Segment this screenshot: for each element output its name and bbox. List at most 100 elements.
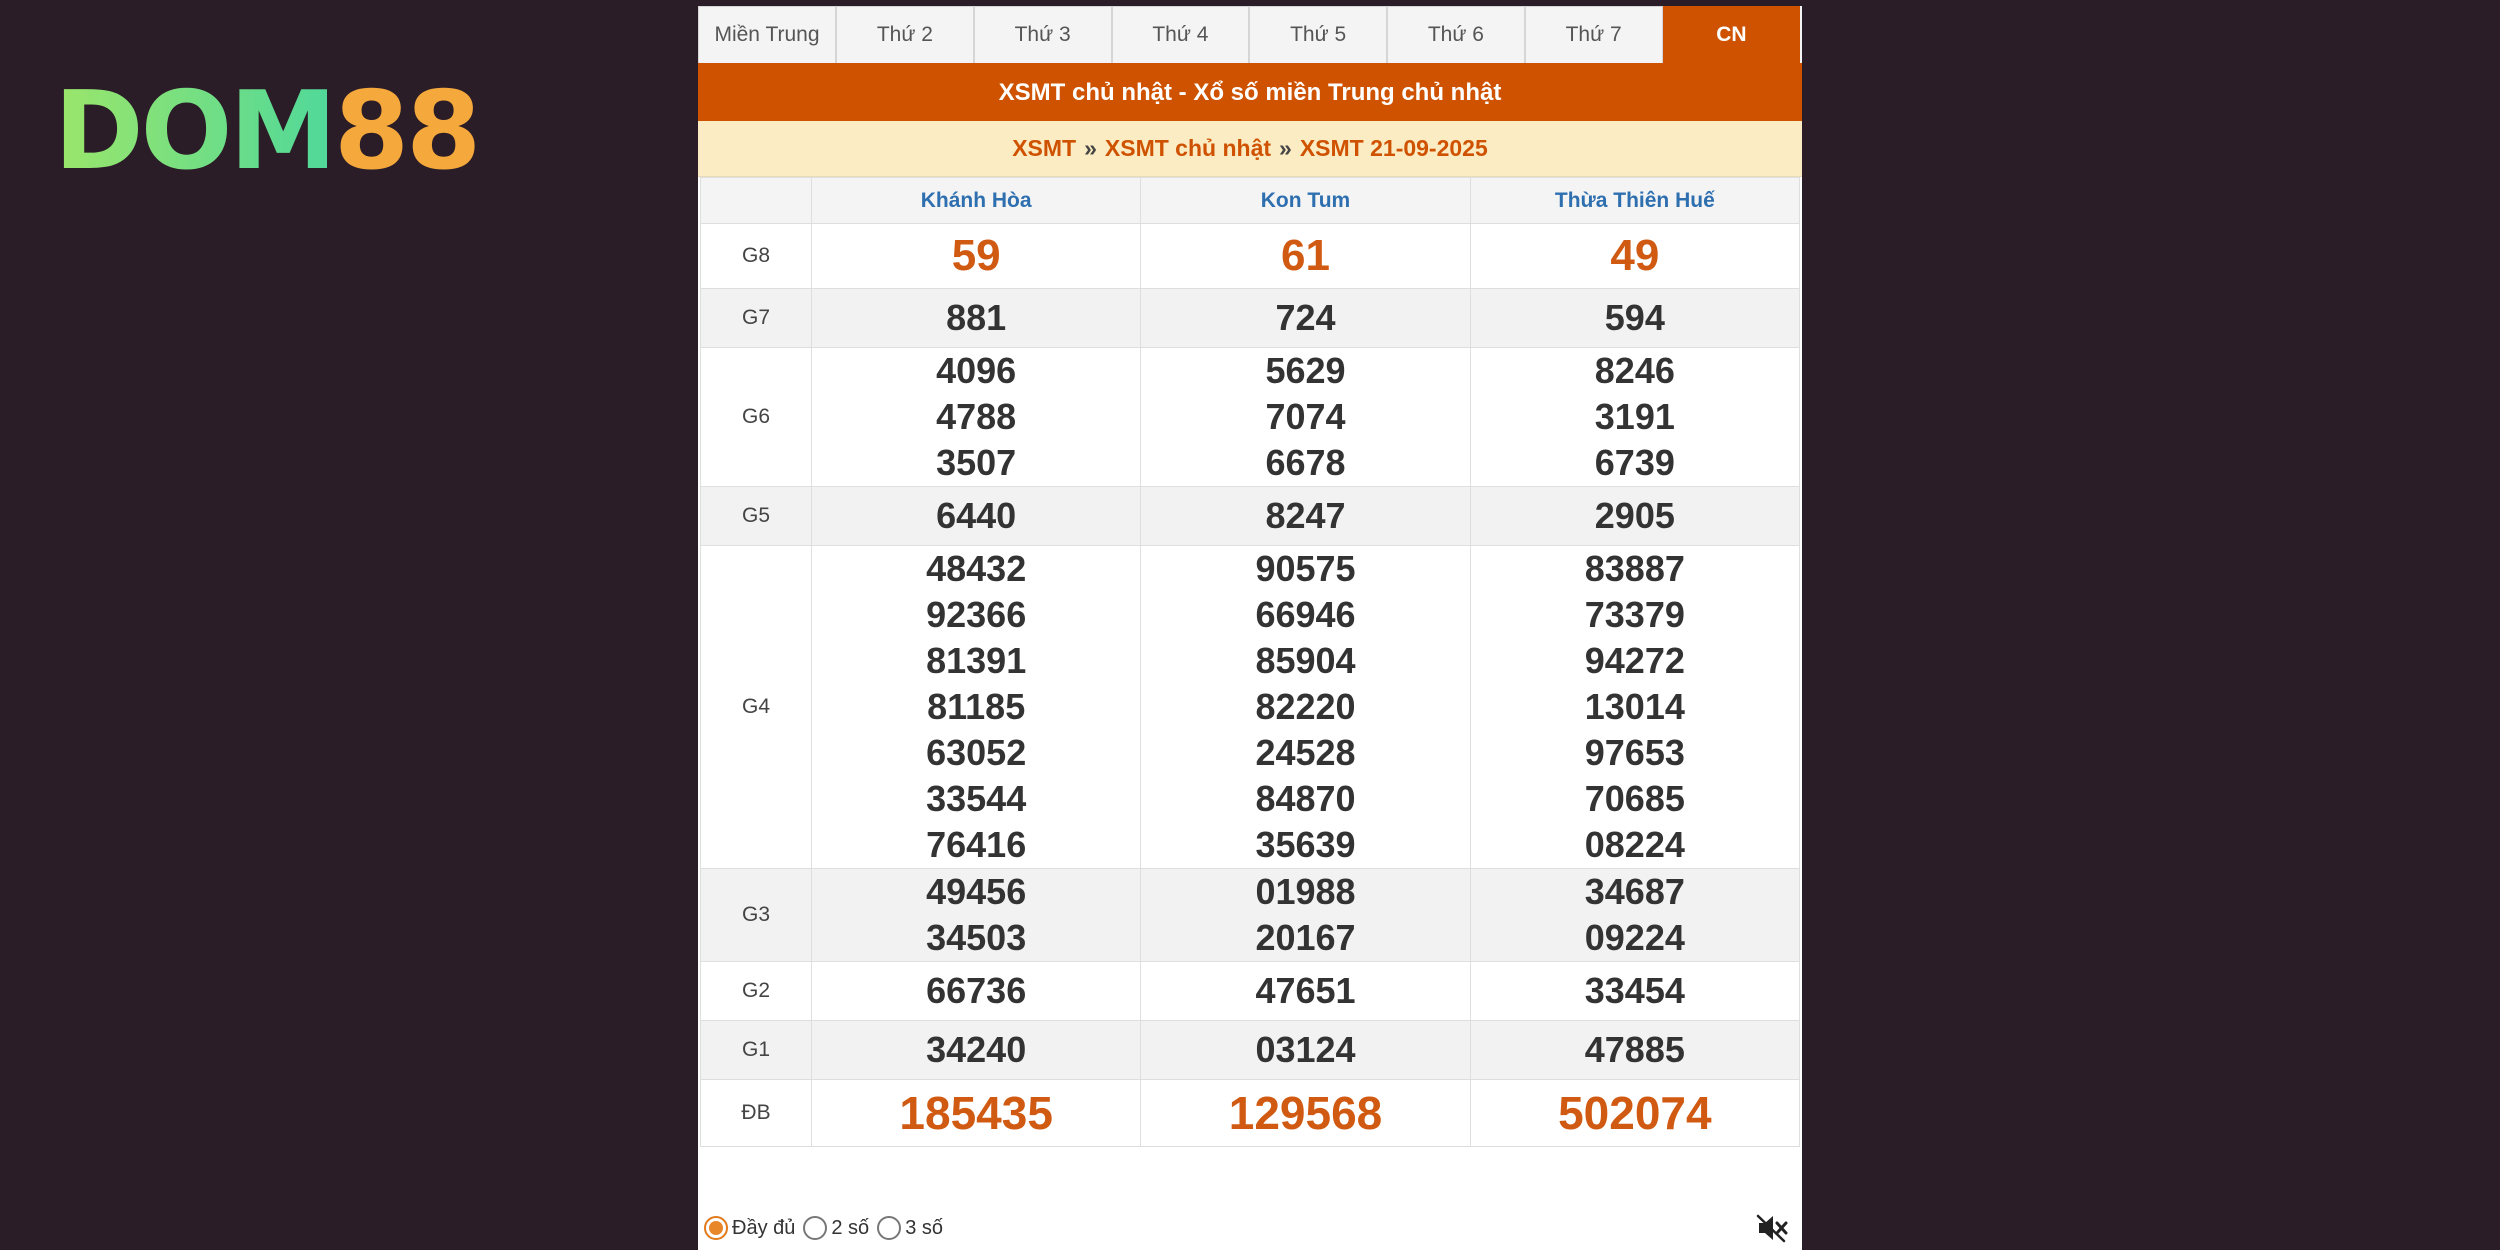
radio-selected-icon[interactable]	[704, 1216, 728, 1240]
province-header-khanh-hoa[interactable]: Khánh Hòa	[810, 177, 1142, 224]
radio-icon[interactable]	[877, 1216, 902, 1240]
prize-cell: 881	[810, 288, 1142, 348]
prize-number: 81185	[927, 686, 1026, 727]
prize-number: 01988	[1255, 871, 1356, 912]
prize-label: G8	[700, 223, 812, 289]
prize-label: G4	[700, 545, 812, 869]
prize-number: 6440	[936, 495, 1017, 536]
prize-row: G6 4096 4788 3507 5629 7074 6678 8246 3191 6739	[700, 347, 1801, 487]
option-day-du[interactable]: Đầy đủ	[704, 1216, 795, 1240]
lottery-results-panel: Miền Trung Thứ 2 Thứ 3 Thứ 4 Thứ 5 Thứ 6…	[698, 6, 1802, 1250]
prize-cell: 502074	[1469, 1079, 1801, 1147]
prize-cell: 90575 66946 85904 82220 24528 84870 35639	[1140, 545, 1471, 869]
prize-row: G7 881 724 594	[700, 288, 1801, 348]
tab-thu-3[interactable]: Thứ 3	[973, 6, 1112, 63]
prize-number: 129568	[1228, 1087, 1383, 1139]
prize-number: 594	[1604, 297, 1665, 338]
prize-number: 881	[946, 297, 1007, 338]
tab-thu-4[interactable]: Thứ 4	[1111, 6, 1250, 63]
tab-thu-5[interactable]: Thứ 5	[1249, 6, 1387, 63]
option-label: 3 số	[905, 1216, 943, 1239]
results-table-body: G8 59 61 49 G7 881 724 594 G6 4096 4788 3507 5629 707…	[700, 223, 1801, 1147]
prize-number: 59	[951, 231, 1001, 280]
prize-cell: 8246 3191 6739	[1469, 347, 1801, 487]
prize-number: 66736	[926, 970, 1027, 1011]
prize-cell: 48432 92366 81391 81185 63052 33544 76416	[810, 545, 1142, 869]
prize-cell: 185435	[810, 1079, 1142, 1147]
prize-number: 92366	[926, 594, 1027, 635]
speaker-muted-icon[interactable]	[1756, 1213, 1788, 1243]
prize-number: 13014	[1584, 686, 1685, 727]
prize-cell: 49	[1469, 223, 1801, 289]
prize-row: G3 49456 34503 01988 20167 34687 09224	[700, 868, 1801, 962]
prize-label: G5	[700, 486, 812, 546]
prize-cell: 2905	[1469, 486, 1801, 546]
prize-cell: 47651	[1140, 961, 1471, 1021]
prize-number: 09224	[1584, 917, 1685, 958]
province-header-thua-thien-hue[interactable]: Thừa Thiên Huế	[1469, 177, 1801, 224]
province-header-kon-tum[interactable]: Kon Tum	[1140, 177, 1471, 224]
prize-number: 08224	[1584, 824, 1685, 865]
prize-cell: 61	[1140, 223, 1471, 289]
prize-number: 94272	[1584, 640, 1685, 681]
prize-number: 84870	[1255, 778, 1356, 819]
prize-number: 85904	[1255, 640, 1356, 681]
prize-cell: 33454	[1469, 961, 1801, 1021]
prize-number: 24528	[1255, 732, 1356, 773]
prize-number: 34503	[926, 917, 1027, 958]
prize-cell: 8247	[1140, 486, 1471, 546]
prize-number: 2905	[1594, 495, 1675, 536]
breadcrumb-xsmt-chu-nhat-link[interactable]: XSMT chủ nhật	[1105, 135, 1271, 162]
prize-number: 4788	[936, 396, 1017, 437]
prize-number: 97653	[1584, 732, 1685, 773]
tab-thu-6[interactable]: Thứ 6	[1387, 6, 1525, 63]
prize-cell: 47885	[1469, 1020, 1801, 1080]
logo-text-88: 88	[333, 69, 481, 194]
prize-row: G8 59 61 49	[700, 223, 1801, 289]
prize-number: 33454	[1584, 970, 1685, 1011]
prize-number: 35639	[1255, 824, 1356, 865]
prize-number: 61	[1281, 231, 1330, 280]
prize-cell: 6440	[810, 486, 1142, 546]
tab-thu-2[interactable]: Thứ 2	[836, 6, 974, 63]
prize-cell: 34687 09224	[1469, 868, 1801, 962]
breadcrumb-separator: »	[1279, 135, 1292, 161]
prize-cell: 03124	[1140, 1020, 1471, 1080]
prize-number: 6678	[1265, 442, 1346, 483]
option-3-so[interactable]: 3 số	[877, 1216, 943, 1240]
prize-label: ĐB	[700, 1079, 812, 1147]
prize-cell: 66736	[810, 961, 1142, 1021]
option-label: Đầy đủ	[732, 1216, 796, 1239]
prize-number: 90575	[1255, 548, 1356, 589]
prize-number: 185435	[899, 1087, 1053, 1139]
prize-number: 83887	[1584, 548, 1685, 589]
breadcrumb-xsmt-date-link[interactable]: XSMT 21-09-2025	[1300, 135, 1488, 162]
prize-number: 49456	[926, 871, 1027, 912]
prize-cell: 59	[810, 223, 1142, 289]
prize-number: 7074	[1265, 396, 1346, 437]
prize-cell: 34240	[810, 1020, 1142, 1080]
prize-cell: 594	[1469, 288, 1801, 348]
table-header-row: Khánh Hòa Kon Tum Thừa Thiên Huế	[700, 177, 1801, 224]
breadcrumb-xsmt-link[interactable]: XSMT	[1012, 135, 1076, 162]
prize-number: 70685	[1584, 778, 1685, 819]
tab-cn[interactable]: CN	[1662, 6, 1801, 63]
dom88-logo: DOM88	[54, 78, 481, 186]
prize-cell: 129568	[1140, 1079, 1471, 1147]
option-label: 2 số	[831, 1216, 870, 1239]
tab-thu-7[interactable]: Thứ 7	[1524, 6, 1663, 63]
prize-row: G2 66736 47651 33454	[700, 961, 1801, 1021]
prize-number: 8247	[1265, 495, 1346, 536]
prize-number: 81391	[926, 640, 1027, 681]
prize-number: 48432	[926, 548, 1027, 589]
tab-mien-trung[interactable]: Miền Trung	[698, 6, 836, 63]
prize-row: ĐB 185435 129568 502074	[700, 1079, 1801, 1147]
prize-label: G6	[700, 347, 812, 487]
header-empty-cell	[700, 177, 812, 224]
option-2-so[interactable]: 2 số	[803, 1216, 869, 1240]
prize-number: 66946	[1255, 594, 1356, 635]
prize-number: 502074	[1558, 1087, 1712, 1139]
prize-cell: 83887 73379 94272 13014 97653 70685 08224	[1469, 545, 1801, 869]
prize-number: 34687	[1584, 871, 1685, 912]
radio-icon[interactable]	[803, 1216, 828, 1240]
